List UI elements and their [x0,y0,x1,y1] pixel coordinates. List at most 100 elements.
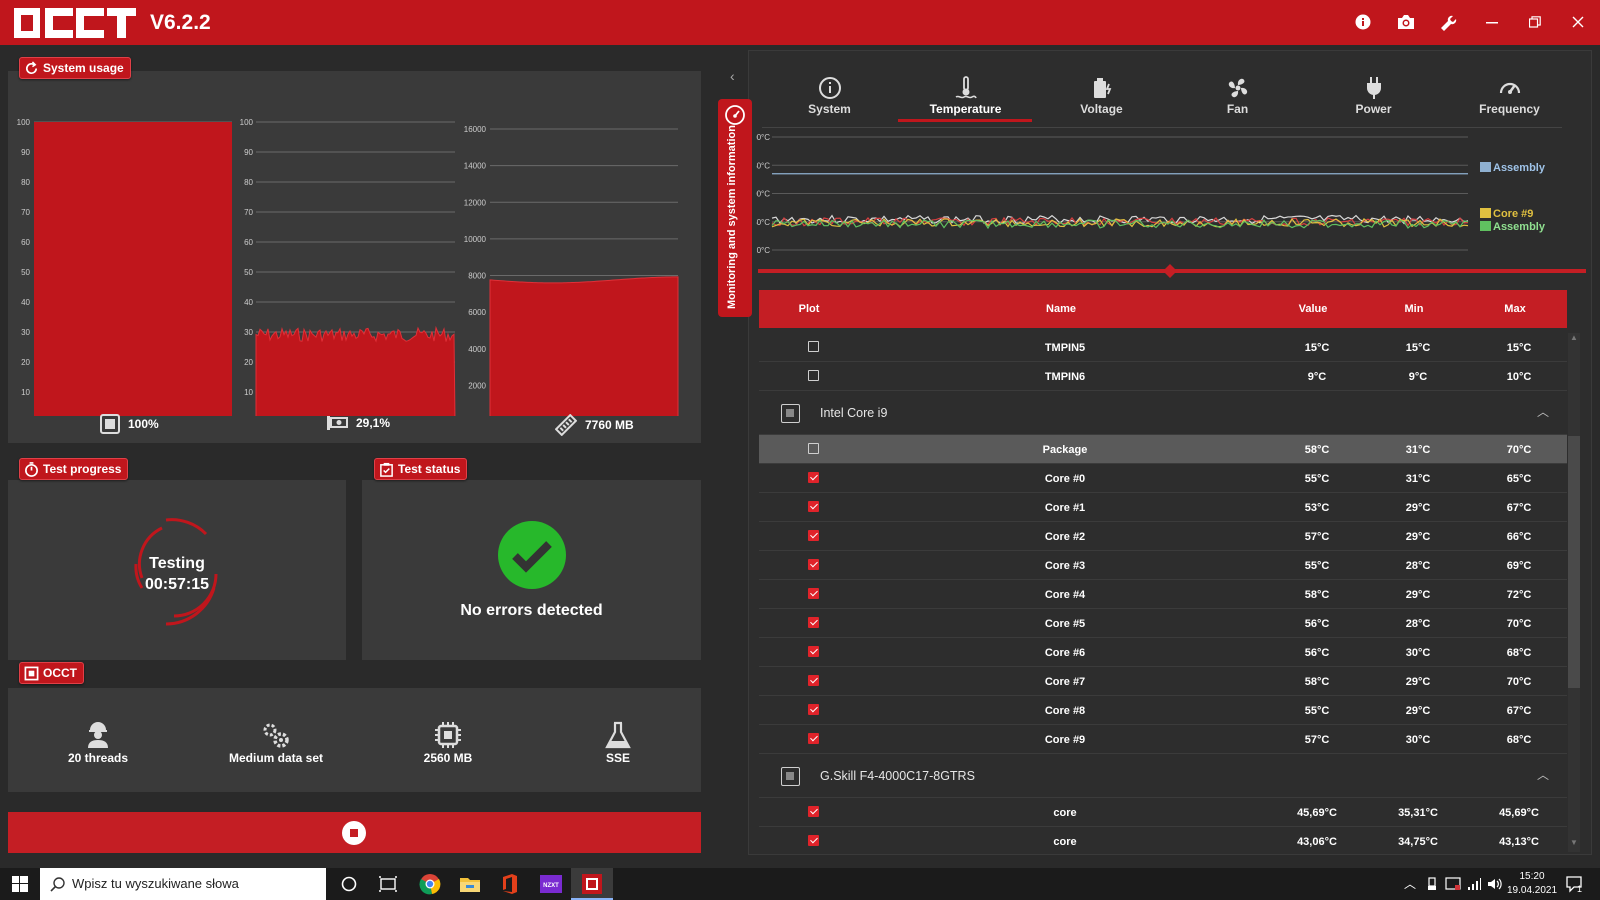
group-checkbox[interactable] [781,767,800,786]
ram-usage-value: 7760 MB [585,418,634,432]
sensor-min: 34,75°C [1398,836,1438,848]
plot-checkbox[interactable] [808,443,819,454]
refresh-icon [25,60,38,74]
sensor-group-header[interactable]: Intel Core i9 ︿ [759,391,1567,435]
volume-icon[interactable] [1486,876,1502,892]
scroll-down-icon[interactable]: ▼ [1570,838,1578,847]
collapse-panel-icon[interactable]: ‹ [730,68,735,84]
network-icon[interactable] [1466,876,1482,892]
sensor-max: 15°C [1506,342,1532,354]
wrench-icon[interactable] [1437,11,1459,33]
plot-checkbox[interactable] [808,617,819,628]
search-placeholder: Wpisz tu wyszukiwane słowa [72,876,239,891]
sensor-max: 70°C [1506,618,1532,630]
tab-system[interactable]: System [762,76,897,116]
chevron-up-icon[interactable]: ︿ [1537,766,1549,783]
sensor-name: Core #8 [1044,705,1086,717]
sensor-row[interactable]: Core #9 57°C 30°C 68°C [759,725,1567,754]
system-usage-tag: System usage [19,57,131,79]
plot-checkbox[interactable] [808,704,819,715]
time-slider-handle[interactable] [1163,264,1177,278]
tab-power[interactable]: Power [1306,76,1441,116]
clock-date: 19.04.2021 [1507,885,1558,896]
info-icon[interactable] [1352,11,1374,33]
legend-swatch [1480,162,1491,172]
nzxt-cam-icon[interactable]: NZXT [539,872,563,896]
minimize-icon[interactable] [1481,11,1503,33]
plot-checkbox[interactable] [808,530,819,541]
office-icon[interactable] [498,872,522,896]
sensor-row[interactable]: Core #5 56°C 28°C 70°C [759,609,1567,638]
sensor-row[interactable]: TMPIN5 15°C 15°C 15°C [759,333,1567,362]
sensor-row[interactable]: Core #8 55°C 29°C 67°C [759,696,1567,725]
sensor-row[interactable]: core 43,06°C 34,75°C 43,13°C [759,827,1567,852]
tabs-divider [762,127,1562,128]
restore-icon[interactable] [1524,11,1546,33]
y-tick-label: 50 [21,268,30,277]
sensor-row[interactable]: Core #6 56°C 30°C 68°C [759,638,1567,667]
sensor-row[interactable]: Core #0 55°C 31°C 65°C [759,464,1567,493]
camera-icon[interactable] [1395,11,1417,33]
gauge-circle-icon [725,105,745,125]
plot-checkbox[interactable] [808,733,819,744]
sensor-max: 10°C [1506,371,1532,383]
plot-checkbox[interactable] [808,472,819,483]
task-view-icon[interactable] [376,872,400,896]
plot-checkbox[interactable] [808,835,819,846]
stop-test-button[interactable] [8,812,701,853]
chrome-icon[interactable] [418,872,442,896]
chevron-up-icon[interactable]: ︿ [1537,403,1549,420]
table-scrollbar-thumb[interactable] [1568,436,1580,688]
plot-checkbox[interactable] [808,646,819,657]
taskbar-search-box[interactable]: Wpisz tu wyszukiwane słowa [40,868,326,900]
sensor-min: 28°C [1405,560,1431,572]
tab-fan-label: Fan [1226,102,1249,116]
plot-checkbox[interactable] [808,806,819,817]
occt-taskbar-button[interactable] [571,868,613,900]
close-icon[interactable] [1567,11,1589,33]
tab-fan[interactable]: Fan [1170,76,1305,116]
group-checkbox[interactable] [781,404,800,423]
sensor-name: TMPIN5 [1044,342,1086,354]
sensor-min: 28°C [1405,618,1431,630]
tab-voltage[interactable]: Voltage [1034,76,1169,116]
left-pane: 0102030405060708090100 01020304050607080… [0,45,730,868]
sensor-row[interactable]: core 45,69°C 35,31°C 45,69°C [759,798,1567,827]
scroll-up-icon[interactable]: ▲ [1570,333,1578,342]
plot-checkbox[interactable] [808,370,819,381]
clock[interactable]: 15:20 19.04.2021 [1507,870,1557,898]
monitoring-side-tab[interactable]: Monitoring and system information [718,99,752,317]
sensor-row[interactable]: Core #3 55°C 28°C 69°C [759,551,1567,580]
header-plot: Plot [798,303,820,315]
usb-icon[interactable] [1425,877,1439,891]
sensor-row[interactable]: Package 58°C 31°C 70°C [759,435,1567,464]
defender-icon[interactable] [1445,877,1461,891]
instruction-set-label: SSE [605,751,630,765]
plot-checkbox[interactable] [808,588,819,599]
sensor-row[interactable]: Core #7 58°C 29°C 70°C [759,667,1567,696]
sensor-row[interactable]: Core #1 53°C 29°C 67°C [759,493,1567,522]
sensor-row[interactable]: TMPIN6 9°C 9°C 10°C [759,362,1567,391]
sensor-row[interactable]: Core #4 58°C 29°C 72°C [759,580,1567,609]
temp-y-label: 150°C [756,161,770,170]
plot-checkbox[interactable] [808,341,819,352]
tab-temperature[interactable]: Temperature [898,76,1033,116]
y-tick-label: 2000 [468,381,486,390]
tab-frequency[interactable]: Frequency [1442,76,1577,116]
sensor-row[interactable]: Core #2 57°C 29°C 66°C [759,522,1567,551]
plot-checkbox[interactable] [808,675,819,686]
occt-square-icon [24,666,39,680]
search-icon [50,877,65,892]
sensor-min: 15°C [1405,342,1431,354]
file-explorer-icon[interactable] [458,872,482,896]
sensor-min: 29°C [1405,531,1431,543]
plot-checkbox[interactable] [808,501,819,512]
notification-count: 1 [1577,884,1583,894]
plot-checkbox[interactable] [808,559,819,570]
clock-time: 15:20 [1519,871,1545,882]
sensor-group-header[interactable]: G.Skill F4-4000C17-8GTRS ︿ [759,754,1567,798]
sensor-name: Core #5 [1044,618,1086,630]
tray-expand-icon[interactable]: ︿ [1404,875,1416,892]
cortana-icon[interactable] [337,872,361,896]
windows-start-icon[interactable] [12,876,28,892]
